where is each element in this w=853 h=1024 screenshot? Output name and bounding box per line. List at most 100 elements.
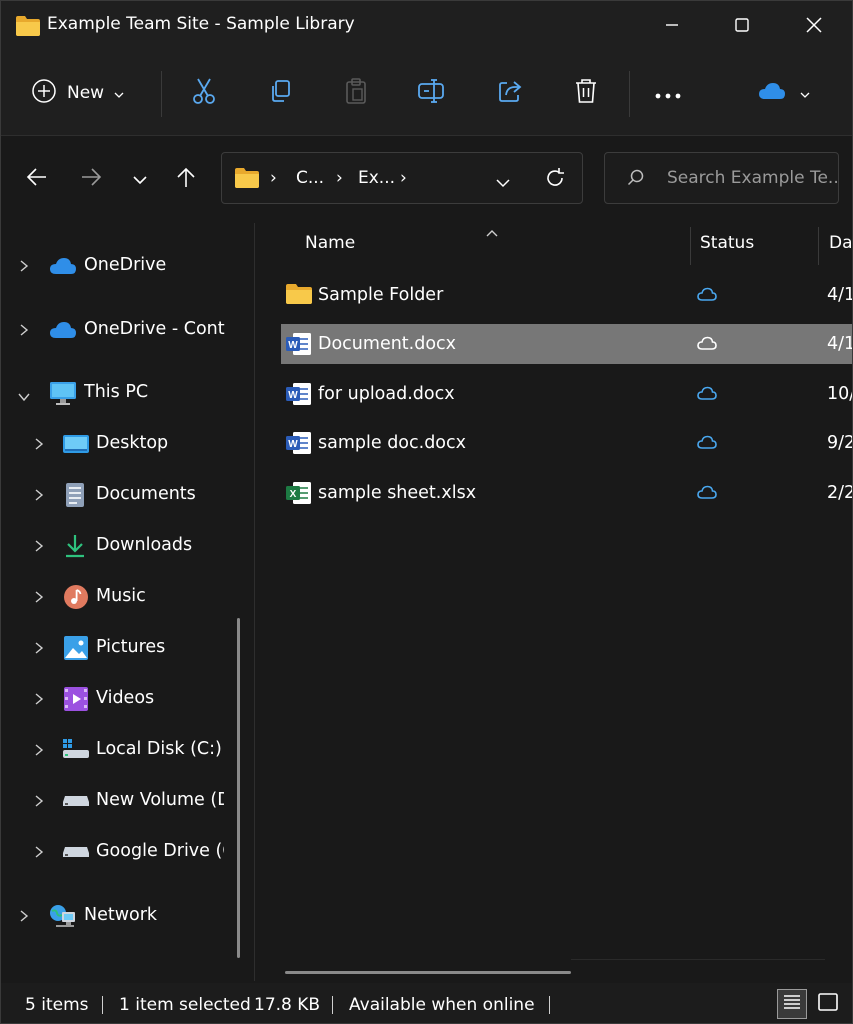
- chevron-right-icon[interactable]: [34, 844, 44, 863]
- nav-item-music[interactable]: Music: [1, 575, 237, 619]
- column-header-date[interactable]: Date modified: [829, 233, 852, 253]
- file-date-modified: 4/1: [827, 334, 853, 354]
- chevron-right-icon[interactable]: [19, 258, 29, 277]
- paste-button[interactable]: [337, 73, 375, 113]
- cloud-status-icon: [697, 434, 717, 453]
- nav-item-google-drive[interactable]: Google Drive (G:): [1, 830, 237, 874]
- file-row[interactable]: W for upload.docx 10/: [281, 374, 853, 414]
- chevron-right-icon[interactable]: [34, 487, 44, 506]
- file-row[interactable]: X sample sheet.xlsx 2/2: [281, 473, 853, 513]
- excel-spreadsheet-icon: X: [285, 481, 313, 509]
- breadcrumb-item[interactable]: Ex...: [358, 168, 395, 188]
- onedrive-button[interactable]: [749, 73, 819, 113]
- rename-icon: [417, 78, 447, 108]
- nav-item-label: OneDrive: [84, 255, 167, 275]
- documents-icon: [64, 482, 86, 512]
- nav-item-label: Videos: [96, 688, 155, 708]
- svg-text:W: W: [288, 390, 298, 401]
- chevron-down-icon[interactable]: [17, 387, 31, 406]
- file-row[interactable]: W Document.docx 4/1: [281, 324, 853, 364]
- nav-item-videos[interactable]: Videos: [1, 677, 237, 721]
- download-arrow-icon: [63, 533, 87, 563]
- chevron-right-icon[interactable]: [19, 908, 29, 927]
- chevron-right-icon[interactable]: [34, 538, 44, 557]
- svg-text:X: X: [290, 489, 297, 500]
- search-icon: [627, 169, 645, 191]
- file-name: sample doc.docx: [318, 433, 466, 453]
- back-button[interactable]: [19, 162, 53, 196]
- delete-button[interactable]: [567, 73, 605, 113]
- arrow-right-icon: [81, 167, 103, 191]
- details-view-button[interactable]: [777, 989, 807, 1019]
- column-header-name[interactable]: Name: [305, 233, 355, 253]
- share-button[interactable]: [491, 73, 529, 113]
- picture-icon: [63, 635, 89, 665]
- chevron-right-icon[interactable]: [19, 322, 29, 341]
- nav-item-this-pc[interactable]: This PC: [1, 371, 237, 415]
- column-divider[interactable]: [690, 227, 691, 265]
- address-dropdown-button[interactable]: [495, 173, 511, 192]
- status-bar: 5 items 1 item selected 17.8 KB Availabl…: [1, 983, 852, 1023]
- new-button-label: New: [67, 83, 105, 103]
- breadcrumb-separator-icon: ›: [400, 168, 407, 188]
- nav-item-label: Local Disk (C:): [96, 739, 222, 759]
- windows-drive-icon: [62, 738, 90, 764]
- nav-item-documents[interactable]: Documents: [1, 473, 237, 517]
- forward-button[interactable]: [75, 162, 109, 196]
- large-icons-view-button[interactable]: [813, 989, 843, 1019]
- selection-count: 1 item selected: [119, 995, 251, 1015]
- nav-item-label: Downloads: [96, 535, 193, 555]
- column-divider[interactable]: [818, 227, 819, 265]
- file-date-modified: 10/: [827, 384, 853, 404]
- video-icon: [63, 686, 89, 716]
- chevron-right-icon[interactable]: [34, 742, 44, 761]
- copy-button[interactable]: [261, 73, 299, 113]
- chevron-right-icon[interactable]: [34, 640, 44, 659]
- drive-icon: [62, 793, 90, 812]
- file-date-modified: 2/2: [827, 483, 853, 503]
- nav-item-downloads[interactable]: Downloads: [1, 524, 237, 568]
- see-more-button[interactable]: [649, 73, 687, 113]
- chevron-right-icon[interactable]: [34, 436, 44, 455]
- maximize-button[interactable]: [707, 1, 777, 49]
- new-button[interactable]: New: [31, 73, 141, 113]
- chevron-right-icon[interactable]: [34, 589, 44, 608]
- column-header-status[interactable]: Status: [700, 233, 754, 253]
- minimize-button[interactable]: [637, 1, 707, 49]
- horizontal-scrollbar[interactable]: [285, 971, 571, 974]
- command-bar: New: [1, 51, 852, 136]
- search-box[interactable]: [604, 152, 839, 204]
- file-row[interactable]: W sample doc.docx 9/2: [281, 423, 852, 463]
- chevron-down-icon: [800, 84, 810, 103]
- nav-pane-scrollbar[interactable]: [237, 618, 240, 958]
- recent-locations-button[interactable]: [123, 162, 157, 196]
- breadcrumb-item[interactable]: C...: [296, 168, 324, 188]
- search-input[interactable]: [667, 165, 837, 191]
- nav-item-desktop[interactable]: Desktop: [1, 422, 237, 466]
- navigation-row: › C... › Ex... ›: [1, 136, 852, 222]
- folder-icon: [15, 15, 41, 41]
- nav-item-local-disk[interactable]: Local Disk (C:): [1, 728, 237, 772]
- nav-item-network[interactable]: Network: [1, 894, 237, 938]
- svg-text:W: W: [288, 340, 298, 351]
- chevron-right-icon[interactable]: [34, 793, 44, 812]
- refresh-icon[interactable]: [544, 167, 566, 193]
- sort-ascending-icon: [485, 223, 499, 242]
- trash-icon: [573, 77, 599, 109]
- chevron-right-icon[interactable]: [34, 691, 44, 710]
- onedrive-cloud-icon: [49, 257, 77, 279]
- nav-item-pictures[interactable]: Pictures: [1, 626, 237, 670]
- up-button[interactable]: [169, 162, 203, 196]
- file-row[interactable]: Sample Folder 4/1: [281, 275, 852, 315]
- breadcrumb-separator-icon: ›: [336, 168, 343, 188]
- nav-item-new-volume[interactable]: New Volume (D:): [1, 779, 237, 823]
- toolbar-divider: [629, 71, 630, 117]
- nav-item-onedrive-business[interactable]: OneDrive - Conto: [1, 308, 237, 352]
- word-document-icon: W: [285, 431, 313, 459]
- nav-item-label: Google Drive (G:): [96, 841, 224, 861]
- address-bar[interactable]: › C... › Ex... ›: [221, 152, 583, 204]
- close-button[interactable]: [779, 1, 849, 49]
- nav-item-onedrive[interactable]: OneDrive: [1, 244, 237, 288]
- rename-button[interactable]: [413, 73, 451, 113]
- cut-button[interactable]: [185, 73, 223, 113]
